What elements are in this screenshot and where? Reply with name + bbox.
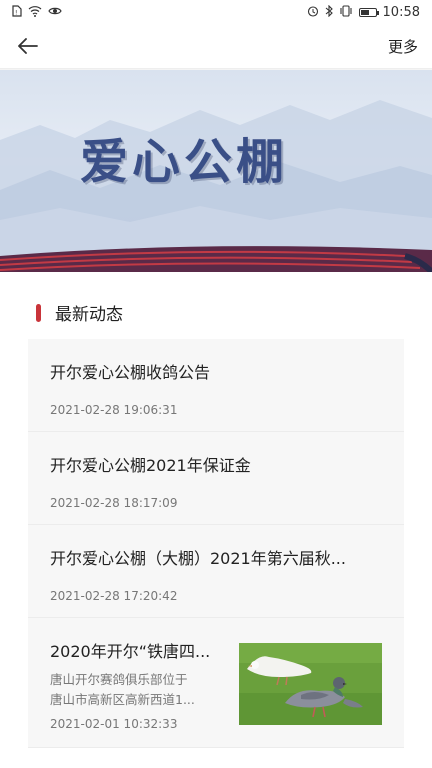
alarm-icon bbox=[307, 5, 319, 19]
bluetooth-icon bbox=[325, 4, 333, 19]
battery-fill bbox=[360, 9, 369, 15]
news-summary: 唐山开尔赛鸽俱乐部位于 唐山市高新区高新西道1... bbox=[50, 670, 220, 710]
news-time: 2021-02-28 19:06:31 bbox=[50, 403, 178, 417]
svg-text:!: ! bbox=[15, 10, 17, 17]
vibrate-icon bbox=[339, 5, 353, 19]
nav-bar: 更多 bbox=[0, 24, 432, 69]
wifi-icon bbox=[28, 5, 42, 19]
section-title: 最新动态 bbox=[55, 305, 123, 325]
news-thumbnail bbox=[239, 643, 382, 725]
news-title: 开尔爱心公棚收鸽公告 bbox=[50, 363, 211, 382]
status-right: 10:58 bbox=[307, 5, 420, 20]
pigeons-on-grass-image bbox=[239, 643, 382, 725]
banner-title: 爱心公棚 bbox=[80, 134, 289, 190]
more-button[interactable]: 更多 bbox=[388, 36, 418, 57]
news-item[interactable]: 开尔爱心公棚收鸽公告 2021-02-28 19:06:31 bbox=[28, 339, 404, 432]
eye-icon bbox=[48, 6, 62, 18]
news-item[interactable]: 2020年开尔“铁唐四... 唐山开尔赛鸽俱乐部位于 唐山市高新区高新西道1..… bbox=[28, 618, 404, 748]
status-left: ! bbox=[12, 5, 62, 19]
news-title: 开尔爱心公棚（大棚）2021年第六届秋... bbox=[50, 549, 346, 568]
battery-icon bbox=[358, 7, 379, 17]
news-summary-line: 唐山市高新区高新西道1... bbox=[50, 692, 195, 707]
news-title: 开尔爱心公棚2021年保证金 bbox=[50, 456, 251, 475]
news-item[interactable]: 开尔爱心公棚（大棚）2021年第六届秋... 2021-02-28 17:20:… bbox=[28, 525, 404, 618]
status-time: 10:58 bbox=[382, 4, 420, 20]
back-button[interactable] bbox=[18, 32, 46, 60]
sim-icon: ! bbox=[12, 5, 22, 19]
news-summary-line: 唐山开尔赛鸽俱乐部位于 bbox=[50, 672, 188, 687]
news-title: 2020年开尔“铁唐四... bbox=[50, 642, 211, 661]
banner: 爱心公棚 bbox=[0, 70, 432, 272]
section-accent-bar bbox=[36, 303, 41, 322]
status-bar: ! 10:58 bbox=[0, 0, 432, 24]
news-time: 2021-02-01 10:32:33 bbox=[50, 717, 178, 731]
news-item[interactable]: 开尔爱心公棚2021年保证金 2021-02-28 18:17:09 bbox=[28, 432, 404, 525]
news-time: 2021-02-28 17:20:42 bbox=[50, 589, 178, 603]
news-time: 2021-02-28 18:17:09 bbox=[50, 496, 178, 510]
section-header: 最新动态 bbox=[36, 300, 123, 325]
arrow-left-icon bbox=[18, 38, 38, 54]
